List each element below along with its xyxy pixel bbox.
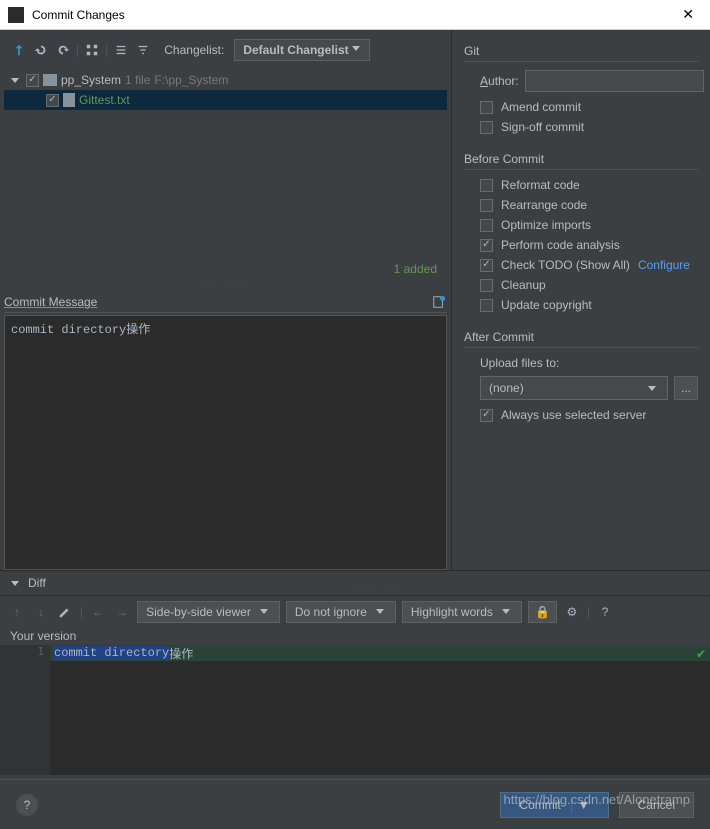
- changes-toolbar: | | Changelist: Default Changelist: [4, 36, 447, 64]
- tree-root-row[interactable]: pp_System 1 file F:\pp_System: [4, 70, 447, 90]
- cleanup-checkbox[interactable]: [480, 279, 493, 292]
- changes-status: 1 added: [394, 262, 437, 276]
- diff-expand-icon[interactable]: [11, 581, 19, 586]
- status-ok-icon: ✔: [696, 647, 706, 661]
- analysis-checkbox[interactable]: [480, 239, 493, 252]
- expand-all-icon[interactable]: [112, 41, 130, 59]
- close-button[interactable]: ✕: [674, 6, 702, 23]
- cleanup-label: Cleanup: [501, 278, 546, 292]
- todo-checkbox[interactable]: [480, 259, 493, 272]
- line-gutter: 1: [0, 645, 50, 775]
- chevron-down-icon: [648, 386, 656, 391]
- commit-button-label: Commit: [519, 798, 560, 812]
- before-commit-header: Before Commit: [464, 152, 698, 170]
- always-server-checkbox[interactable]: [480, 409, 493, 422]
- rearrange-checkbox[interactable]: [480, 199, 493, 212]
- upload-value: (none): [489, 381, 524, 395]
- code-rest: 操作: [169, 645, 193, 662]
- show-diff-icon[interactable]: [10, 41, 28, 59]
- lock-icon[interactable]: 🔒: [528, 601, 557, 623]
- author-label: Author:: [480, 74, 519, 88]
- code-selected: commit directory: [54, 646, 169, 660]
- commit-message-label: Commit Message: [4, 295, 97, 309]
- ignore-select[interactable]: Do not ignore: [286, 601, 396, 623]
- changelist-select[interactable]: Default Changelist: [234, 39, 369, 61]
- tree-root-path: F:\pp_System: [154, 73, 228, 87]
- signoff-checkbox[interactable]: [480, 121, 493, 134]
- tree-file-name: Gittest.txt: [79, 93, 130, 107]
- commit-button[interactable]: Commit ▼: [500, 792, 608, 818]
- changelist-label: Changelist:: [164, 43, 224, 57]
- git-section-header: Git: [464, 44, 698, 62]
- dialog-footer: ? Commit ▼ Cancel: [0, 779, 710, 829]
- resize-handle[interactable]: . . . . .: [357, 578, 398, 588]
- reformat-checkbox[interactable]: [480, 179, 493, 192]
- your-version-label: Your version: [0, 627, 710, 645]
- next-diff-icon[interactable]: ↓: [32, 603, 50, 621]
- help-button[interactable]: ?: [16, 794, 38, 816]
- root-checkbox[interactable]: [26, 74, 39, 87]
- diff-header-label: Diff: [28, 576, 46, 590]
- tree-root-info: 1 file: [125, 73, 150, 87]
- prev-diff-icon[interactable]: ↑: [8, 603, 26, 621]
- commit-message-input[interactable]: [4, 315, 447, 570]
- prev-file-icon[interactable]: ←: [89, 603, 107, 621]
- gear-icon[interactable]: ⚙: [563, 603, 581, 621]
- amend-checkbox[interactable]: [480, 101, 493, 114]
- after-commit-header: After Commit: [464, 330, 698, 348]
- window-titlebar: Commit Changes ✕: [0, 0, 710, 30]
- optimize-label: Optimize imports: [501, 218, 591, 232]
- app-icon: [8, 7, 24, 23]
- changelist-value: Default Changelist: [243, 43, 348, 57]
- viewer-mode-select[interactable]: Side-by-side viewer: [137, 601, 280, 623]
- chevron-down-icon: [376, 609, 384, 614]
- configure-link[interactable]: Configure: [638, 258, 690, 272]
- changes-tree[interactable]: pp_System 1 file F:\pp_System Gittest.tx…: [4, 70, 447, 280]
- analysis-label: Perform code analysis: [501, 238, 620, 252]
- amend-label: Amend commit: [501, 100, 581, 114]
- tree-root-name: pp_System: [61, 73, 121, 87]
- chevron-down-icon: [260, 609, 268, 614]
- copyright-label: Update copyright: [501, 298, 592, 312]
- always-server-label: Always use selected server: [501, 408, 646, 422]
- optimize-checkbox[interactable]: [480, 219, 493, 232]
- file-icon: [63, 93, 75, 107]
- signoff-label: Sign-off commit: [501, 120, 584, 134]
- copyright-checkbox[interactable]: [480, 299, 493, 312]
- collapse-all-icon[interactable]: [134, 41, 152, 59]
- next-file-icon[interactable]: →: [113, 603, 131, 621]
- upload-label: Upload files to:: [464, 356, 698, 370]
- upload-server-select[interactable]: (none): [480, 376, 668, 400]
- edit-icon[interactable]: [56, 603, 74, 621]
- tree-file-row[interactable]: Gittest.txt: [4, 90, 447, 110]
- chevron-down-icon: [352, 46, 360, 51]
- file-checkbox[interactable]: [46, 94, 59, 107]
- resize-handle[interactable]: . . . . .: [4, 280, 447, 290]
- code-line[interactable]: commit directory操作: [50, 645, 710, 661]
- folder-icon: [43, 74, 57, 86]
- todo-label: Check TODO (Show All): [501, 258, 630, 272]
- rearrange-label: Rearrange code: [501, 198, 587, 212]
- refresh-icon[interactable]: [54, 41, 72, 59]
- highlight-select[interactable]: Highlight words: [402, 601, 522, 623]
- expand-arrow-icon[interactable]: [11, 78, 19, 83]
- revert-icon[interactable]: [32, 41, 50, 59]
- author-input[interactable]: [525, 70, 704, 92]
- group-by-icon[interactable]: [83, 41, 101, 59]
- diff-editor[interactable]: 1 commit directory操作 ✔: [0, 645, 710, 775]
- commit-history-icon[interactable]: [431, 294, 447, 310]
- cancel-button[interactable]: Cancel: [619, 792, 694, 818]
- help-icon[interactable]: ?: [596, 603, 614, 621]
- reformat-label: Reformat code: [501, 178, 580, 192]
- line-number: 1: [0, 645, 50, 661]
- commit-split-icon[interactable]: ▼: [571, 798, 590, 812]
- chevron-down-icon: [502, 609, 510, 614]
- upload-browse-button[interactable]: ...: [674, 376, 698, 400]
- window-title: Commit Changes: [32, 8, 666, 22]
